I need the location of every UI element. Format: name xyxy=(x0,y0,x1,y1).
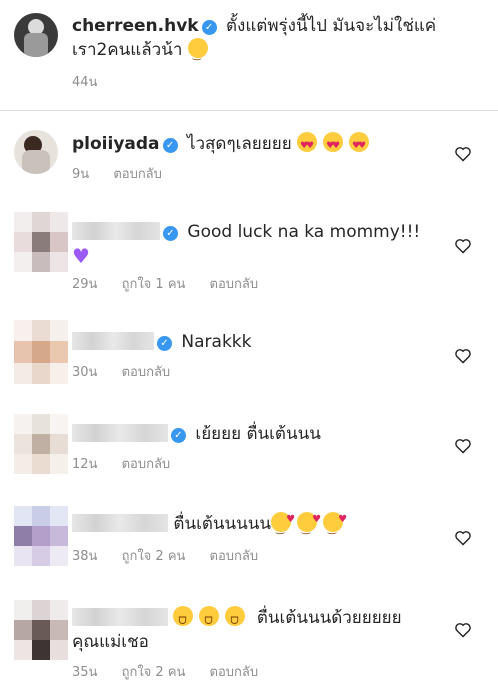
comment-likes[interactable]: ถูกใจ 2 คน xyxy=(122,665,186,680)
comment-meta: 9น ตอบกลับ xyxy=(72,166,182,184)
comment-item: ตื่นเต้นนนด้วยยยยย คุณแม่เชอ 35น ถูกใจ 2… xyxy=(0,594,498,694)
blurred-username[interactable] xyxy=(72,222,160,240)
blurred-username[interactable] xyxy=(72,424,168,442)
comment-text: ตื่นเต้นนนนน xyxy=(72,508,442,542)
blurred-avatar[interactable] xyxy=(14,212,68,272)
comment-item: ✓ เย้ยยย ตื่นเต้นนน 12น ตอบกลับ xyxy=(0,408,498,488)
comment-body: เย้ยยย ตื่นเต้นนน xyxy=(195,424,321,444)
comment-likes[interactable]: ถูกใจ 1 คน xyxy=(122,277,186,292)
like-heart-icon[interactable] xyxy=(454,238,472,254)
comment-time: 35น xyxy=(72,665,98,680)
comment-body: Narakkk xyxy=(181,332,252,352)
heart-eyes-emoji xyxy=(323,132,344,158)
like-heart-icon[interactable] xyxy=(454,146,472,162)
post-author-avatar[interactable] xyxy=(14,13,58,57)
comment-meta: 38น ถูกใจ 2 คน ตอบกลับ xyxy=(72,548,278,566)
reply-button[interactable]: ตอบกลับ xyxy=(113,167,162,182)
comment-time: 12น xyxy=(72,457,98,472)
comment-text: ตื่นเต้นนนด้วยยยยย คุณแม่เชอ xyxy=(72,606,442,654)
reply-button[interactable]: ตอบกลับ xyxy=(122,365,171,380)
verified-badge-icon: ✓ xyxy=(201,20,217,35)
laughing-emoji xyxy=(199,606,220,634)
verified-badge-icon: ✓ xyxy=(163,226,178,241)
laughing-emoji xyxy=(173,606,194,634)
comment-text: ✓ เย้ยยย ตื่นเต้นนน xyxy=(72,422,442,446)
comment-item: ตื่นเต้นนนนน 38น ถูกใจ 2 คน ตอบกลับ xyxy=(0,500,498,584)
caption-text: cherreen.hvk ✓ ตั้งแต่พรุ่งนี้ไป มันจะไม่… xyxy=(72,14,442,68)
comment-text: ploiiyada ✓ ไวสุดๆเลยยยย xyxy=(72,132,442,158)
like-heart-icon[interactable] xyxy=(454,530,472,546)
verified-badge-icon: ✓ xyxy=(162,138,178,153)
purple-heart-emoji: ♥ xyxy=(72,244,90,268)
blurred-avatar[interactable] xyxy=(14,600,68,660)
caption-line-2: เรา2คนแล้วน้า xyxy=(72,40,183,60)
comment-body: ตื่นเต้นนนด้วยยยยย xyxy=(256,608,402,628)
heart-eyes-emoji xyxy=(297,132,318,158)
smiling-emoji xyxy=(187,38,208,68)
comment-time: 30น xyxy=(72,365,98,380)
comment-item: ✓ Good luck na ka mommy!!! ♥ 29น ถูกใจ 1… xyxy=(0,206,498,302)
blurred-username[interactable] xyxy=(72,608,168,626)
comment-meta: 12น ตอบกลับ xyxy=(72,456,190,474)
smiling-face-with-hearts-emoji xyxy=(323,508,347,542)
comment-body-line-2: คุณแม่เชอ xyxy=(72,632,149,652)
caption-line-1: ตั้งแต่พรุ่งนี้ไป มันจะไม่ใช่แค่ xyxy=(226,16,437,36)
comment-text: ✓ Good luck na ka mommy!!! ♥ xyxy=(72,220,442,270)
post-meta: 44น xyxy=(72,74,117,92)
comment-item: ✓ Narakkk 30น ตอบกลับ xyxy=(0,316,498,396)
reply-button[interactable]: ตอบกลับ xyxy=(210,549,259,564)
comment-body: ตื่นเต้นนนนน xyxy=(173,514,272,534)
laughing-emoji xyxy=(225,606,246,634)
verified-badge-icon: ✓ xyxy=(171,428,186,443)
blurred-username[interactable] xyxy=(72,332,154,350)
reply-button[interactable]: ตอบกลับ xyxy=(210,277,259,292)
comment-meta: 30น ตอบกลับ xyxy=(72,364,190,382)
comment-body: Good luck na ka mommy!!! xyxy=(187,222,421,242)
commenter-avatar[interactable] xyxy=(14,130,58,174)
comment-text: ✓ Narakkk xyxy=(72,330,442,354)
comment-username[interactable]: ploiiyada xyxy=(72,134,160,154)
comment-meta: 29น ถูกใจ 1 คน ตอบกลับ xyxy=(72,276,278,294)
reply-button[interactable]: ตอบกลับ xyxy=(210,665,259,680)
verified-badge-icon: ✓ xyxy=(157,336,172,351)
blurred-avatar[interactable] xyxy=(14,506,68,566)
comment-meta: 35น ถูกใจ 2 คน ตอบกลับ xyxy=(72,664,278,682)
smiling-face-with-hearts-emoji xyxy=(271,508,295,542)
comment-body: ไวสุดๆเลยยยย xyxy=(186,134,292,154)
reply-button[interactable]: ตอบกลับ xyxy=(122,457,171,472)
comment-likes[interactable]: ถูกใจ 2 คน xyxy=(122,549,186,564)
blurred-avatar[interactable] xyxy=(14,414,68,474)
post-caption: cherreen.hvk ✓ ตั้งแต่พรุ่งนี้ไป มันจะไม่… xyxy=(0,0,498,111)
like-heart-icon[interactable] xyxy=(454,348,472,364)
comment-item: ploiiyada✓ ไวสุดๆเลยยยย 9น ตอบกลับ xyxy=(0,122,498,194)
heart-eyes-emoji xyxy=(349,132,370,158)
comment-time: 29น xyxy=(72,277,98,292)
blurred-username[interactable] xyxy=(72,514,168,532)
like-heart-icon[interactable] xyxy=(454,438,472,454)
like-heart-icon[interactable] xyxy=(454,622,472,638)
comment-time: 38น xyxy=(72,549,98,564)
blurred-avatar[interactable] xyxy=(14,320,68,384)
post-time: 44น xyxy=(72,75,98,90)
smiling-face-with-hearts-emoji xyxy=(297,508,321,542)
comment-time: 9น xyxy=(72,167,90,182)
post-username[interactable]: cherreen.hvk xyxy=(72,16,199,36)
